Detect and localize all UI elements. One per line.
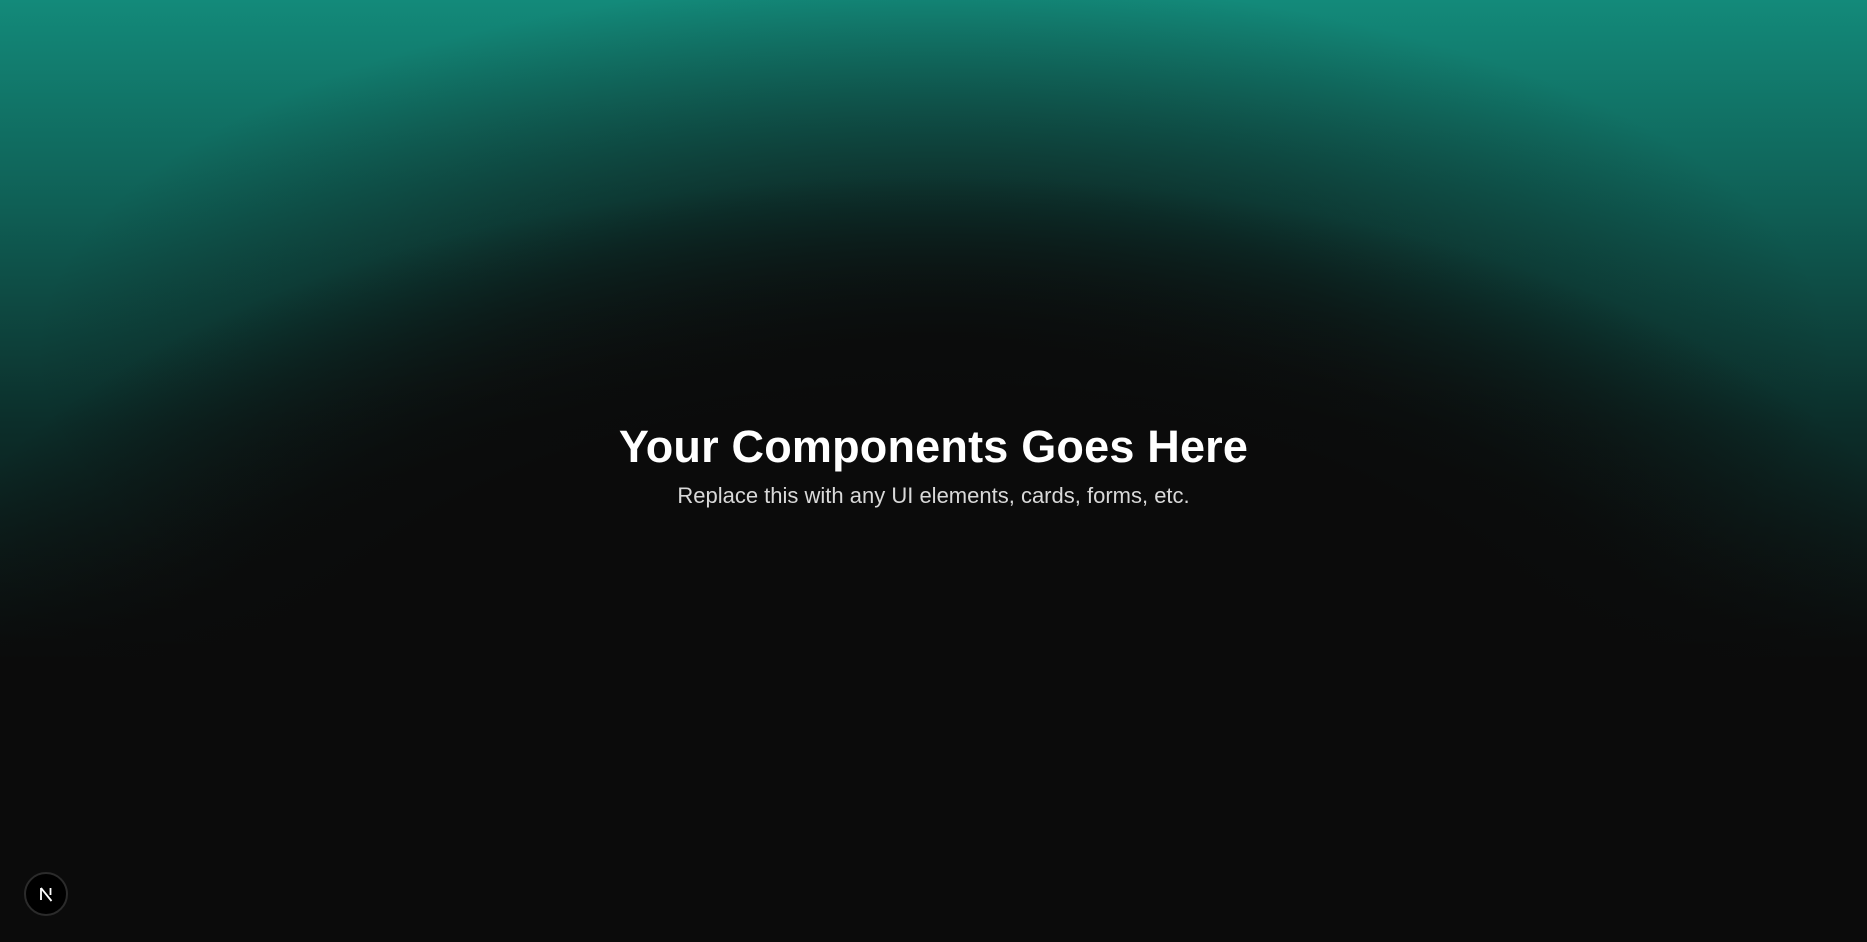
hero-subtitle: Replace this with any UI elements, cards…	[677, 483, 1190, 508]
hero-title: Your Components Goes Here	[618, 421, 1249, 472]
nextjs-logo-icon	[40, 887, 53, 902]
hero-section: Your Components Goes Here Replace this w…	[0, 418, 1867, 510]
nextjs-dev-indicator-button[interactable]	[24, 872, 68, 916]
